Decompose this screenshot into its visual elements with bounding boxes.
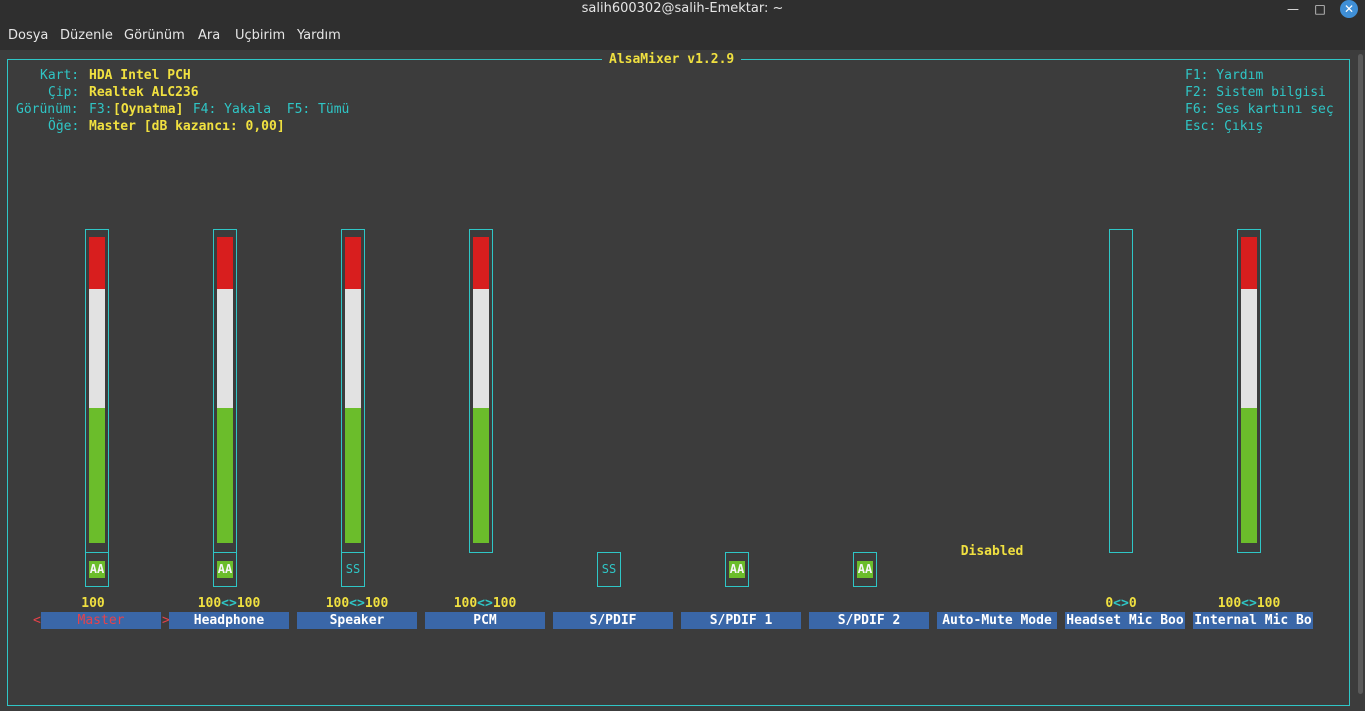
volume-bar-master[interactable] (85, 229, 109, 553)
volume-bar-headset-mic-boost[interactable] (1109, 229, 1133, 553)
close-icon[interactable]: ✕ (1340, 0, 1358, 18)
channel-name-master[interactable]: Master (41, 612, 161, 629)
volume-bar-speaker[interactable] (341, 229, 365, 553)
channel-name-headphone[interactable]: Headphone (169, 612, 289, 629)
volume-segment-white (345, 289, 361, 408)
auto-mute-state: Disabled (960, 544, 1024, 559)
mute-switch-spdif[interactable]: SS (597, 552, 621, 587)
volume-segment-red (217, 237, 233, 289)
menu-ucbirim[interactable]: Uçbirim (235, 28, 285, 43)
channel-value-headset-mic-boost: 0<>0 (1105, 596, 1137, 611)
switch-label: AA (217, 561, 233, 578)
volume-segment-white (89, 289, 105, 408)
volume-segment-green (217, 408, 233, 543)
channel-name-speaker[interactable]: Speaker (297, 612, 417, 629)
volume-bar-headphone[interactable] (213, 229, 237, 553)
view-other-keys: F4: Yakala F5: Tümü (185, 102, 350, 117)
card-label: Kart: (40, 68, 80, 83)
channel-name-pcm[interactable]: PCM (425, 612, 545, 629)
volume-segment-white (217, 289, 233, 408)
switch-label: SS (601, 562, 617, 576)
switch-label: SS (345, 562, 361, 576)
maximize-icon[interactable]: □ (1312, 1, 1328, 17)
volume-segment-white (1241, 289, 1257, 408)
card-value: HDA Intel PCH (89, 68, 191, 83)
mute-switch-speaker[interactable]: SS (341, 552, 365, 587)
switch-label: AA (857, 561, 873, 578)
volume-segment-green (473, 408, 489, 543)
volume-segment-red (473, 237, 489, 289)
terminal-scrollbar[interactable] (1356, 50, 1365, 711)
channel-value-pcm: 100<>100 (453, 596, 517, 611)
menu-yardim[interactable]: Yardım (297, 28, 341, 43)
window-titlebar: salih600302@salih-Emektar: ~ — □ ✕ (0, 0, 1365, 20)
mute-switch-spdif-1[interactable]: AA (725, 552, 749, 587)
menu-bar: Dosya Düzenle Görünüm Ara Uçbirim Yardım (0, 20, 1365, 50)
switch-label: AA (729, 561, 745, 578)
window-title: salih600302@salih-Emektar: ~ (581, 1, 784, 16)
volume-bar-pcm[interactable] (469, 229, 493, 553)
minimize-icon[interactable]: — (1285, 1, 1301, 17)
channel-name-spdif[interactable]: S/PDIF (553, 612, 673, 629)
view-f3-key: F3: (89, 102, 113, 117)
volume-segment-green (1241, 408, 1257, 543)
help-esc: Esc: Çıkış (1185, 119, 1264, 134)
mute-switch-master[interactable]: AA (85, 552, 109, 587)
view-f3-value: [Oynatma] (113, 102, 184, 117)
view-label: Görünüm: (16, 102, 79, 117)
menu-dosya[interactable]: Dosya (8, 28, 48, 43)
volume-segment-red (1241, 237, 1257, 289)
chip-label: Çip: (48, 85, 80, 100)
menu-ara[interactable]: Ara (198, 28, 220, 43)
switch-label: AA (89, 561, 105, 578)
channel-name-internal-mic-boost[interactable]: Internal Mic Bo (1193, 612, 1313, 629)
channel-value-master: 100 (81, 596, 105, 611)
channel-name-headset-mic-boost[interactable]: Headset Mic Boo (1065, 612, 1185, 629)
channel-name-spdif-2[interactable]: S/PDIF 2 (809, 612, 929, 629)
chip-value: Realtek ALC236 (89, 85, 199, 100)
help-f6: F6: Ses kartını seç (1185, 102, 1334, 117)
volume-bar-internal-mic-boost[interactable] (1237, 229, 1261, 553)
volume-segment-green (345, 408, 361, 543)
channel-value-internal-mic-boost: 100<>100 (1217, 596, 1281, 611)
volume-segment-white (473, 289, 489, 408)
help-f1: F1: Yardım (1185, 68, 1264, 83)
volume-segment-red (345, 237, 361, 289)
channel-value-headphone: 100<>100 (197, 596, 261, 611)
app-title: AlsaMixer v1.2.9 (602, 51, 742, 68)
menu-duzenle[interactable]: Düzenle (60, 28, 113, 43)
channel-name-spdif-1[interactable]: S/PDIF 1 (681, 612, 801, 629)
help-f2: F2: Sistem bilgisi (1185, 85, 1326, 100)
item-label: Öğe: (48, 119, 80, 134)
scrollbar-thumb[interactable] (1358, 54, 1363, 694)
volume-segment-red (89, 237, 105, 289)
terminal-area[interactable]: AlsaMixer v1.2.9 Kart: HDA Intel PCH Çip… (0, 50, 1365, 711)
selection-left-arrow: < (33, 613, 41, 628)
channel-value-speaker: 100<>100 (325, 596, 389, 611)
mute-switch-spdif-2[interactable]: AA (853, 552, 877, 587)
mute-switch-headphone[interactable]: AA (213, 552, 237, 587)
volume-segment-green (89, 408, 105, 543)
item-value: Master [dB kazancı: 0,00] (89, 119, 285, 134)
menu-gorunum[interactable]: Görünüm (124, 28, 185, 43)
channel-name-auto-mute-mode[interactable]: Auto-Mute Mode (937, 612, 1057, 629)
